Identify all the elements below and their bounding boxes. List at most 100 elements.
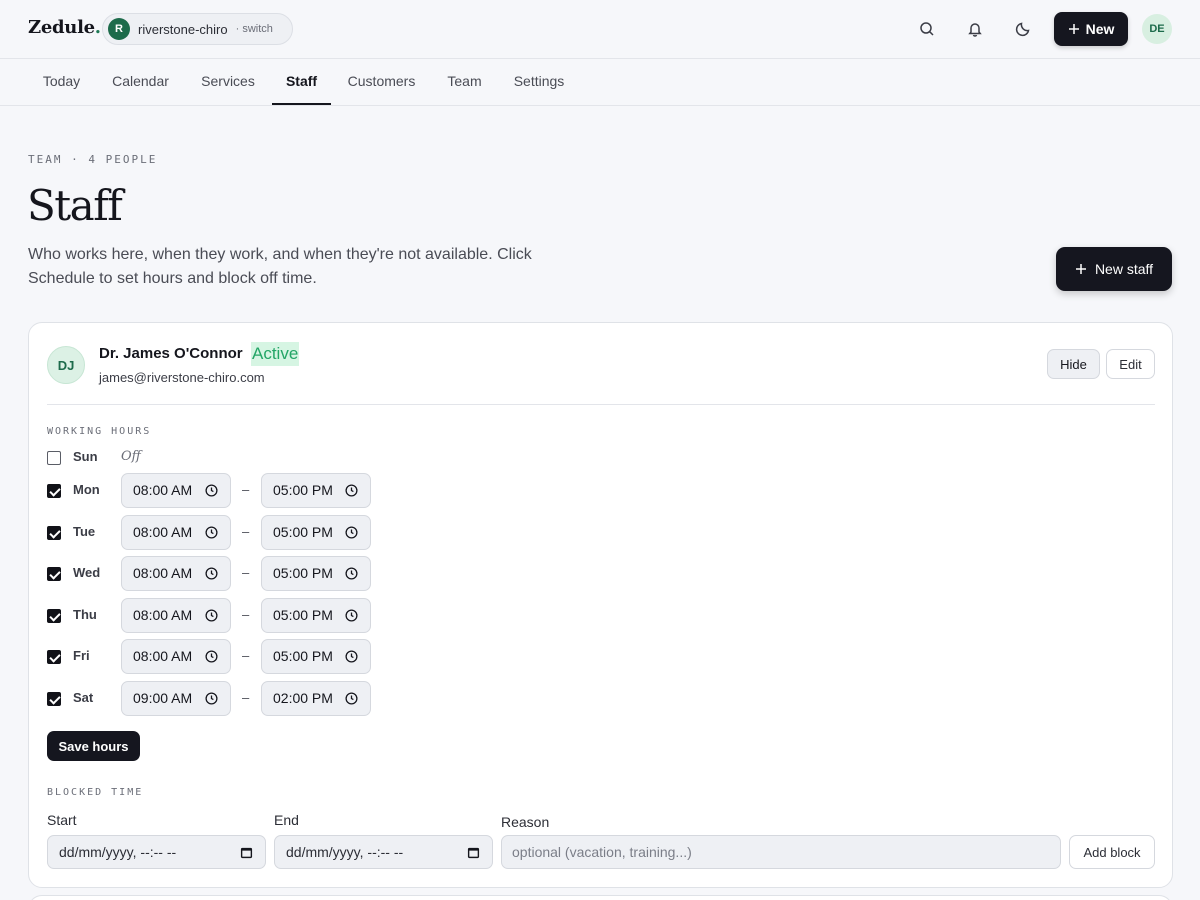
day-label: Thu xyxy=(73,607,97,622)
search-button[interactable] xyxy=(911,13,943,45)
start-time-input[interactable]: 09:00 AM xyxy=(121,681,231,716)
new-staff-button[interactable]: New staff xyxy=(1056,247,1172,291)
new-staff-label: New staff xyxy=(1094,261,1154,277)
end-time-input[interactable]: 05:00 PM xyxy=(261,556,371,591)
time-separator: – xyxy=(242,690,250,705)
tab-services[interactable]: Services xyxy=(186,59,270,105)
day-label: Wed xyxy=(73,565,101,580)
start-time-input[interactable]: 08:00 AM xyxy=(121,639,231,674)
start-time-input[interactable]: 08:00 AM xyxy=(121,598,231,633)
day-row-sun: Sun Off xyxy=(47,440,447,476)
staff-name: Dr. James O'Connor xyxy=(99,345,243,362)
day-label: Sat xyxy=(73,690,94,705)
start-time-input[interactable]: 08:00 AM xyxy=(121,515,231,550)
staff-card-next xyxy=(28,895,1173,900)
bell-icon xyxy=(968,23,982,37)
save-hours-button[interactable]: Save hours xyxy=(47,731,140,761)
page-title: Staff xyxy=(27,181,123,230)
reason-label: Reason xyxy=(501,814,550,830)
day-checkbox-sat[interactable] xyxy=(47,692,61,706)
workspace-switch-label: · switch xyxy=(235,23,273,35)
tab-calendar[interactable]: Calendar xyxy=(98,59,183,105)
edit-button[interactable]: Edit xyxy=(1106,349,1155,379)
clock-icon xyxy=(205,650,218,663)
theme-toggle-button[interactable] xyxy=(1007,13,1039,45)
day-checkbox-sun[interactable] xyxy=(47,451,61,465)
tab-staff[interactable]: Staff xyxy=(272,59,331,105)
user-avatar[interactable]: DE xyxy=(1142,14,1172,44)
clock-icon xyxy=(205,567,218,580)
day-row-sat: Sat 09:00 AM – 02:00 PM xyxy=(47,681,447,717)
day-checkbox-mon[interactable] xyxy=(47,484,61,498)
end-time-input[interactable]: 05:00 PM xyxy=(261,473,371,508)
app-logo[interactable]: Zedule. xyxy=(28,17,101,38)
clock-icon xyxy=(345,692,358,705)
start-label: Start xyxy=(47,812,77,828)
off-label: Off xyxy=(121,449,141,464)
start-time-input[interactable]: 08:00 AM xyxy=(121,556,231,591)
end-time-input[interactable]: 05:00 PM xyxy=(261,598,371,633)
day-row-mon: Mon 08:00 AM – 05:00 PM xyxy=(47,473,447,509)
day-row-fri: Fri 08:00 AM – 05:00 PM xyxy=(47,639,447,675)
blocked-time-label: BLOCKED TIME xyxy=(47,787,144,798)
staff-card: DJ Dr. James O'Connor Active james@river… xyxy=(28,322,1173,888)
workspace-avatar: R xyxy=(108,18,130,40)
start-time-input[interactable]: 08:00 AM xyxy=(121,473,231,508)
workspace-name: riverstone-chiro xyxy=(138,21,228,37)
tab-customers[interactable]: Customers xyxy=(333,59,430,105)
end-time-input[interactable]: 05:00 PM xyxy=(261,515,371,550)
tab-settings[interactable]: Settings xyxy=(499,59,579,105)
top-bar: Zedule. R riverstone-chiro · switch New … xyxy=(0,0,1200,59)
clock-icon xyxy=(205,609,218,622)
day-label: Mon xyxy=(73,482,100,497)
time-separator: – xyxy=(242,648,250,663)
end-label: End xyxy=(274,812,299,828)
new-button[interactable]: New xyxy=(1054,12,1128,46)
time-separator: – xyxy=(242,607,250,622)
day-row-tue: Tue 08:00 AM – 05:00 PM xyxy=(47,515,447,551)
plus-icon xyxy=(1068,24,1079,34)
clock-icon xyxy=(345,484,358,497)
day-checkbox-fri[interactable] xyxy=(47,650,61,664)
workspace-switcher[interactable]: R riverstone-chiro · switch xyxy=(102,13,293,45)
notifications-button[interactable] xyxy=(959,13,991,45)
calendar-icon xyxy=(467,847,480,859)
plus-icon xyxy=(1075,264,1086,274)
main-nav: Today Calendar Services Staff Customers … xyxy=(0,59,1200,106)
day-checkbox-thu[interactable] xyxy=(47,609,61,623)
staff-avatar: DJ xyxy=(47,346,85,384)
search-icon xyxy=(920,22,934,36)
tab-today[interactable]: Today xyxy=(28,59,95,105)
divider xyxy=(47,404,1155,405)
page-subtitle: Who works here, when they work, and when… xyxy=(28,246,532,287)
clock-icon xyxy=(345,567,358,580)
time-separator: – xyxy=(242,524,250,539)
end-time-input[interactable]: 02:00 PM xyxy=(261,681,371,716)
time-separator: – xyxy=(242,565,250,580)
day-checkbox-wed[interactable] xyxy=(47,567,61,581)
add-block-button[interactable]: Add block xyxy=(1069,835,1155,869)
moon-icon xyxy=(1015,22,1030,37)
clock-icon xyxy=(205,692,218,705)
calendar-icon xyxy=(240,847,253,859)
time-separator: – xyxy=(242,482,250,497)
clock-icon xyxy=(345,526,358,539)
end-time-input[interactable]: 05:00 PM xyxy=(261,639,371,674)
block-start-input[interactable]: dd/mm/yyyy, --:-- -- xyxy=(47,835,266,869)
day-label: Tue xyxy=(73,524,96,539)
day-label: Fri xyxy=(73,648,90,663)
staff-email: james@riverstone-chiro.com xyxy=(99,370,265,385)
page-eyebrow: TEAM · 4 PEOPLE xyxy=(28,153,158,166)
clock-icon xyxy=(345,650,358,663)
clock-icon xyxy=(345,609,358,622)
clock-icon xyxy=(205,526,218,539)
reason-input[interactable]: optional (vacation, training...) xyxy=(501,835,1061,869)
clock-icon xyxy=(205,484,218,497)
day-row-wed: Wed 08:00 AM – 05:00 PM xyxy=(47,556,447,592)
status-badge: Active xyxy=(251,342,300,366)
tab-team[interactable]: Team xyxy=(433,59,496,105)
block-end-input[interactable]: dd/mm/yyyy, --:-- -- xyxy=(274,835,493,869)
new-button-label: New xyxy=(1085,21,1115,37)
hide-button[interactable]: Hide xyxy=(1047,349,1100,379)
day-checkbox-tue[interactable] xyxy=(47,526,61,540)
